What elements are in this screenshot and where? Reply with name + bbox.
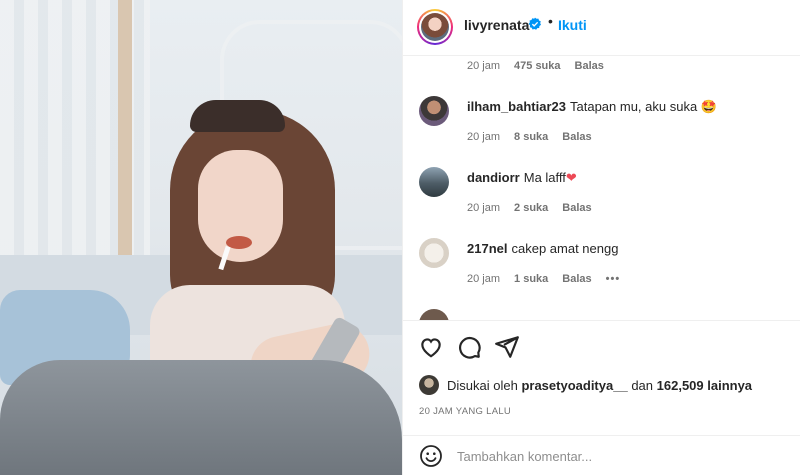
add-comment-bar (403, 435, 800, 475)
comment-username[interactable]: 217nel (467, 241, 507, 256)
emoji-icon[interactable] (419, 444, 443, 468)
comment-body: Ma lafff (523, 170, 566, 185)
more-options-icon[interactable]: ••• (606, 273, 621, 285)
comment-time: 20 jam (467, 273, 501, 285)
comment-meta: 20 jam 475 suka Balas (467, 60, 604, 72)
comment-username[interactable]: dandiorr (467, 170, 520, 185)
commenter-avatar[interactable] (419, 96, 449, 126)
author-avatar[interactable] (417, 9, 453, 45)
comment-time: 20 jam (467, 60, 501, 72)
heart-icon[interactable] (418, 334, 444, 360)
photo-pole (118, 0, 132, 260)
commenter-avatar[interactable] (419, 238, 449, 268)
post-photo (0, 0, 402, 475)
likes-prefix: Disukai oleh (447, 377, 518, 393)
reply-button[interactable]: Balas (575, 60, 604, 72)
verified-badge-icon (528, 17, 542, 30)
comment-time: 20 jam (467, 202, 501, 214)
comments-list[interactable]: 20 jam 475 suka Balas ilham_bahtiar23 Tat… (403, 56, 800, 320)
comment-text: dandiorr Ma lafff❤ (467, 170, 577, 186)
comment-time: 20 jam (467, 131, 501, 143)
liker-username[interactable]: prasetyoaditya__ (521, 378, 627, 393)
likes-summary: Disukai oleh prasetyoaditya__ dan 162,50… (419, 375, 752, 395)
star-struck-emoji: 🤩 (700, 99, 718, 114)
reply-button[interactable]: Balas (562, 131, 591, 143)
comment-likes[interactable]: 8 suka (514, 131, 548, 143)
comment-meta: 20 jam 2 suka Balas (467, 202, 592, 214)
comment-body: cakep amat nengg (511, 241, 619, 256)
comment-body: Tatapan mu, aku suka (570, 99, 698, 114)
post-timestamp[interactable]: 20 JAM YANG LALU (419, 406, 511, 417)
heart-emoji: ❤ (565, 170, 577, 185)
likes-count[interactable]: 162,509 lainnya (657, 378, 752, 393)
liker-avatar[interactable] (419, 375, 439, 395)
comment-text: 217nel cakep amat nengg (467, 241, 618, 256)
comment-likes[interactable]: 475 suka (514, 60, 560, 72)
share-icon[interactable] (494, 334, 520, 360)
comment-text: ilham_bahtiar23 Tatapan mu, aku suka 🤩 (467, 99, 717, 115)
commenter-avatar[interactable] (419, 167, 449, 197)
likes-connector: dan (631, 377, 654, 393)
author-username[interactable]: livyrenata (464, 17, 529, 33)
comment-meta: 20 jam 8 suka Balas (467, 131, 592, 143)
comment-icon[interactable] (456, 334, 482, 360)
comment-likes[interactable]: 2 suka (514, 202, 548, 214)
photo-blanket (0, 360, 402, 475)
comment-meta: 20 jam 1 suka Balas ••• (467, 273, 620, 285)
comment-input[interactable] (457, 446, 777, 466)
comment-likes[interactable]: 1 suka (514, 273, 548, 285)
post-side-panel: livyrenata • Ikuti 20 jam 475 suka Balas… (402, 0, 800, 475)
separator-dot: • (548, 13, 553, 29)
reply-button[interactable]: Balas (562, 202, 591, 214)
post-header: livyrenata • Ikuti (403, 0, 800, 56)
comment-username[interactable]: ilham_bahtiar23 (467, 99, 566, 114)
reply-button[interactable]: Balas (562, 273, 591, 285)
commenter-avatar[interactable] (419, 309, 449, 320)
follow-button[interactable]: Ikuti (558, 17, 587, 33)
photo-hairband (190, 100, 285, 132)
